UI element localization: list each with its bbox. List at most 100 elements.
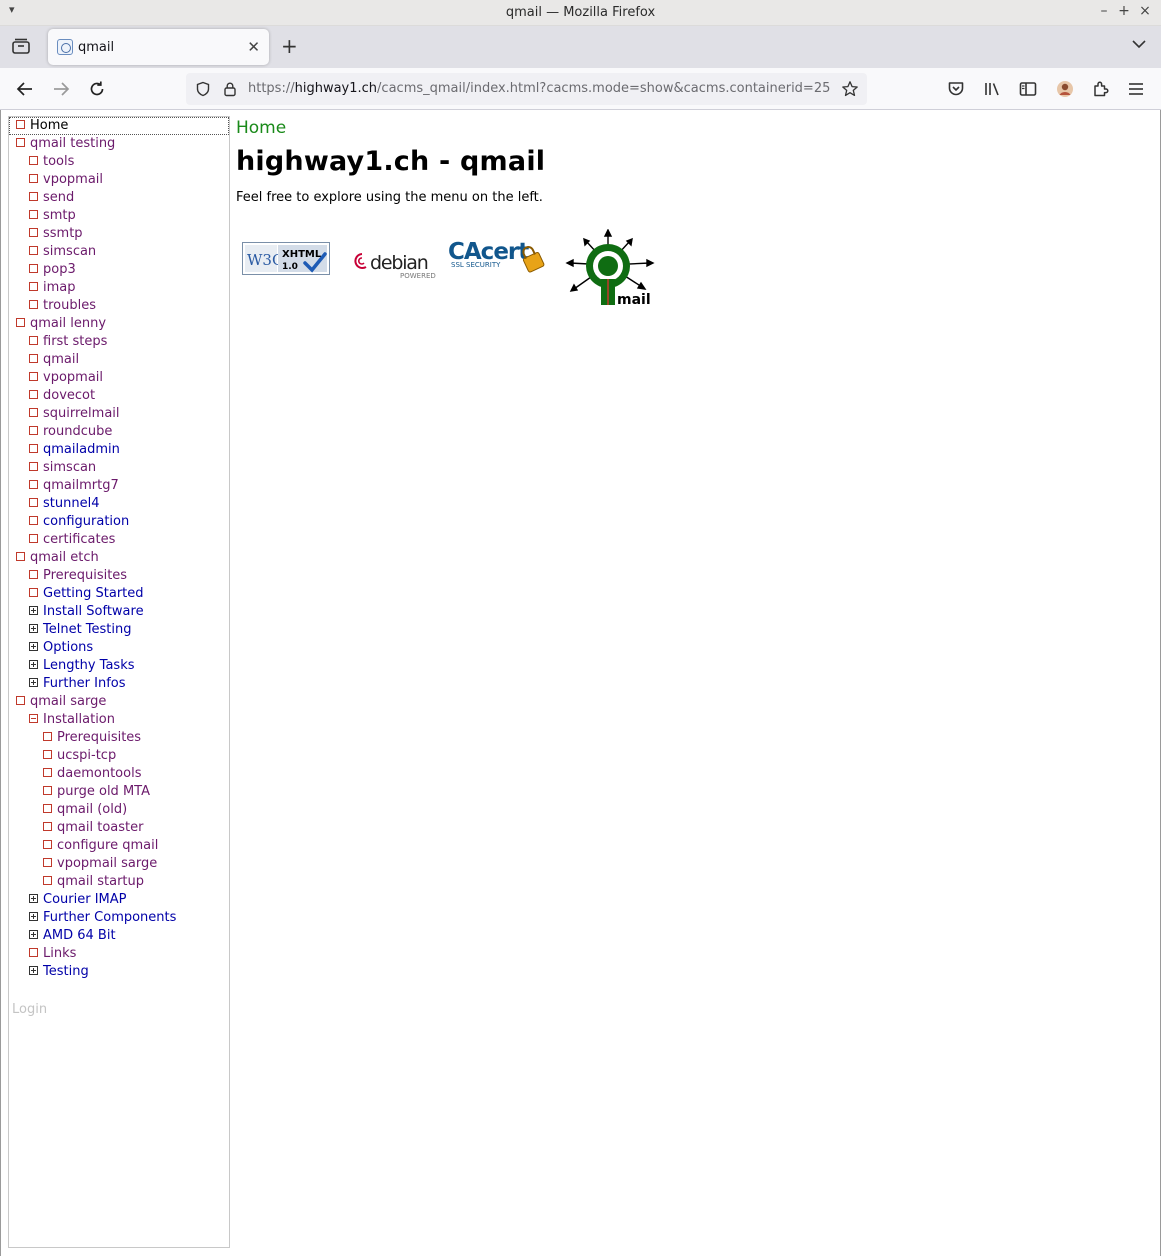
sidebar-item-lengthy-tasks[interactable]: Lengthy Tasks <box>9 657 229 675</box>
sidebar-item-prerequisites[interactable]: Prerequisites <box>9 567 229 585</box>
sidebar-item-qmail-toaster[interactable]: qmail toaster <box>9 819 229 837</box>
forward-arrow-icon[interactable] <box>51 79 71 99</box>
expand-icon[interactable] <box>29 930 38 939</box>
sidebar-item-stunnel4[interactable]: stunnel4 <box>9 495 229 513</box>
expand-icon[interactable] <box>29 894 38 903</box>
reload-icon[interactable] <box>87 79 107 99</box>
sidebar-item-simscan[interactable]: simscan <box>9 459 229 477</box>
sidebar-item-label: qmail sarge <box>30 694 107 709</box>
collapse-icon[interactable] <box>29 714 38 723</box>
sidebar-item-qmail-etch[interactable]: qmail etch <box>9 549 229 567</box>
sidebar-item-configure-qmail[interactable]: configure qmail <box>9 837 229 855</box>
new-tab-icon[interactable]: + <box>281 34 298 58</box>
sidebar-item-simscan[interactable]: simscan <box>9 243 229 261</box>
sidebar-item-vpopmail-sarge[interactable]: vpopmail sarge <box>9 855 229 873</box>
sidebar-item-qmail[interactable]: qmail <box>9 351 229 369</box>
tracking-shield-icon[interactable] <box>195 81 211 97</box>
sidebar-item-tools[interactable]: tools <box>9 153 229 171</box>
sidebar-item-label: qmail startup <box>57 874 145 889</box>
sidebar-item-purge-old-mta[interactable]: purge old MTA <box>9 783 229 801</box>
expand-icon[interactable] <box>29 660 38 669</box>
close-window-icon[interactable]: × <box>1137 3 1153 19</box>
sidebar-toggle-icon[interactable] <box>1018 79 1038 99</box>
tab-close-icon[interactable]: ✕ <box>247 38 260 56</box>
maximize-icon[interactable]: + <box>1116 3 1132 19</box>
sidebar-item-qmail-lenny[interactable]: qmail lenny <box>9 315 229 333</box>
back-arrow-icon[interactable] <box>15 79 35 99</box>
sidebar-item-squirrelmail[interactable]: squirrelmail <box>9 405 229 423</box>
sidebar-item-label: Options <box>43 640 94 655</box>
sidebar-item-qmail-sarge[interactable]: qmail sarge <box>9 693 229 711</box>
debian-powered-badge[interactable]: debian POWERED <box>350 248 438 281</box>
sidebar-item-label: qmailmrtg7 <box>43 478 119 493</box>
sidebar-item-label: Home <box>30 118 69 133</box>
sidebar-item-pop3[interactable]: pop3 <box>9 261 229 279</box>
expand-icon[interactable] <box>29 966 38 975</box>
sidebar-item-label: Lengthy Tasks <box>43 658 135 673</box>
library-icon[interactable] <box>982 79 1002 99</box>
sidebar-item-qmail-old[interactable]: qmail (old) <box>9 801 229 819</box>
sidebar-item-roundcube[interactable]: roundcube <box>9 423 229 441</box>
lock-icon[interactable] <box>222 81 238 97</box>
sidebar-item-getting-started[interactable]: Getting Started <box>9 585 229 603</box>
svg-text:SSL SECURITY: SSL SECURITY <box>451 261 501 269</box>
sidebar-item-first-steps[interactable]: first steps <box>9 333 229 351</box>
chevron-down-icon[interactable] <box>1131 36 1147 52</box>
hamburger-menu-icon[interactable] <box>1126 79 1146 99</box>
sidebar-item-testing[interactable]: Testing <box>9 963 229 981</box>
firefox-view-icon[interactable] <box>10 36 32 58</box>
sidebar-item-further-components[interactable]: Further Components <box>9 909 229 927</box>
sidebar-item-vpopmail[interactable]: vpopmail <box>9 369 229 387</box>
extensions-icon[interactable] <box>1091 79 1111 99</box>
sidebar-item-vpopmail[interactable]: vpopmail <box>9 171 229 189</box>
sidebar-item-qmailmrtg7[interactable]: qmailmrtg7 <box>9 477 229 495</box>
expand-icon[interactable] <box>29 678 38 687</box>
sidebar-item-prerequisites[interactable]: Prerequisites <box>9 729 229 747</box>
sidebar-item-options[interactable]: Options <box>9 639 229 657</box>
sidebar-item-troubles[interactable]: troubles <box>9 297 229 315</box>
sidebar-item-smtp[interactable]: smtp <box>9 207 229 225</box>
expand-icon[interactable] <box>29 624 38 633</box>
bullet-square-icon <box>43 840 52 849</box>
page-title: highway1.ch - qmail <box>236 146 546 177</box>
sidebar-item-certificates[interactable]: certificates <box>9 531 229 549</box>
url-bar[interactable]: https://highway1.ch/cacms_qmail/index.ht… <box>186 73 867 105</box>
sidebar-item-links[interactable]: Links <box>9 945 229 963</box>
sidebar-item-configuration[interactable]: configuration <box>9 513 229 531</box>
tab-qmail[interactable]: qmail ✕ <box>48 29 269 65</box>
sidebar-item-courier-imap[interactable]: Courier IMAP <box>9 891 229 909</box>
navigation-menu: Home qmail testing tools vpopmail send smtp ss… <box>9 117 229 981</box>
sidebar-item-further-infos[interactable]: Further Infos <box>9 675 229 693</box>
login-link[interactable]: Login <box>12 1002 47 1017</box>
account-avatar-icon[interactable] <box>1055 79 1075 99</box>
bookmark-star-icon[interactable] <box>841 80 859 98</box>
pocket-icon[interactable] <box>946 79 966 99</box>
w3c-xhtml-badge[interactable]: W3C XHTML 1.0 <box>242 242 330 275</box>
sidebar-item-ucspi-tcp[interactable]: ucspi-tcp <box>9 747 229 765</box>
expand-icon[interactable] <box>29 606 38 615</box>
sidebar-item-daemontools[interactable]: daemontools <box>9 765 229 783</box>
expand-icon[interactable] <box>29 912 38 921</box>
sidebar-item-amd-64-bit[interactable]: AMD 64 Bit <box>9 927 229 945</box>
sidebar-item-installation[interactable]: Installation <box>9 711 229 729</box>
bullet-square-icon <box>29 390 38 399</box>
minimize-icon[interactable]: – <box>1096 3 1112 19</box>
expand-icon[interactable] <box>29 642 38 651</box>
sidebar-item-dovecot[interactable]: dovecot <box>9 387 229 405</box>
sidebar-item-qmailadmin[interactable]: qmailadmin <box>9 441 229 459</box>
sidebar-item-qmail-startup[interactable]: qmail startup <box>9 873 229 891</box>
cacert-ssl-badge[interactable]: CAcert SSL SECURITY <box>447 234 551 276</box>
sidebar-item-qmail-testing[interactable]: qmail testing <box>9 135 229 153</box>
sidebar-item-send[interactable]: send <box>9 189 229 207</box>
sidebar-item-imap[interactable]: imap <box>9 279 229 297</box>
sidebar-item-label: dovecot <box>43 388 96 403</box>
breadcrumb[interactable]: Home <box>236 118 1136 138</box>
bullet-square-icon <box>43 786 52 795</box>
sidebar-item-telnet-testing[interactable]: Telnet Testing <box>9 621 229 639</box>
sidebar-item-install-software[interactable]: Install Software <box>9 603 229 621</box>
sidebar-item-ssmtp[interactable]: ssmtp <box>9 225 229 243</box>
bullet-square-icon <box>29 192 38 201</box>
qmail-logo[interactable]: mail <box>564 229 664 309</box>
sidebar-item-home[interactable]: Home <box>9 117 229 135</box>
sidebar-item-label: Links <box>43 946 77 961</box>
